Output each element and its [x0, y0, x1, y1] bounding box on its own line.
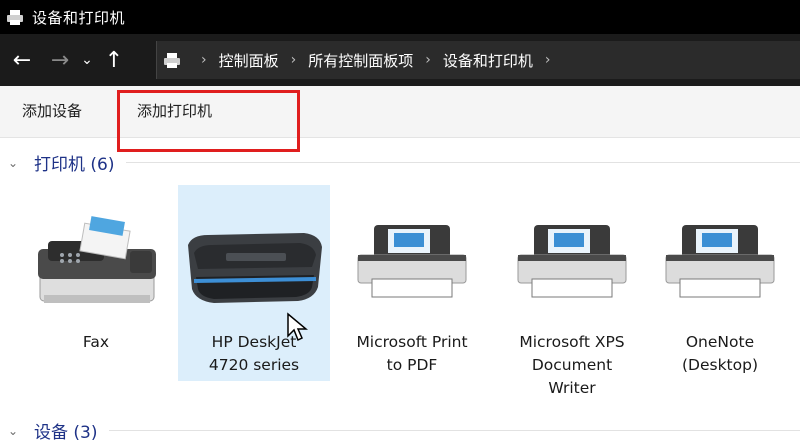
section-label: 设备 (3)	[34, 423, 98, 443]
device-tile-microsoft-xps-document-writer[interactable]: Microsoft XPS Document Writer	[496, 185, 648, 397]
device-tile-microsoft-print-to-pdf[interactable]: Microsoft Print to PDF	[336, 185, 488, 381]
chevron-right-icon[interactable]: ›	[545, 52, 551, 68]
section-header-devices[interactable]: ⌄ 设备 (3)	[0, 418, 800, 443]
add-device-button[interactable]: 添加设备	[22, 100, 82, 121]
device-tile-fax[interactable]: Fax	[20, 185, 172, 381]
control-panel-icon	[164, 53, 180, 68]
chevron-right-icon: ›	[201, 52, 207, 68]
section-divider	[109, 430, 800, 431]
forward-button[interactable]: →	[44, 40, 76, 80]
breadcrumb-item-devices-printers[interactable]: 设备和打印机	[443, 50, 533, 71]
chevron-right-icon: ›	[290, 52, 297, 68]
chevron-down-icon: ⌄	[8, 423, 19, 438]
highlight-annotation	[117, 90, 300, 152]
device-label: Microsoft XPS Document Writer	[519, 333, 625, 397]
device-tile-hp-deskjet[interactable]: HP DeskJet 4720 series	[178, 185, 330, 381]
breadcrumb[interactable]: › 控制面板 › 所有控制面板项 › 设备和打印机 ›	[156, 41, 800, 79]
chevron-down-icon: ⌄	[8, 155, 19, 170]
fax-icon	[38, 216, 156, 303]
printer-icon	[665, 225, 775, 298]
chevron-right-icon: ›	[425, 52, 431, 68]
up-button[interactable]: ↑	[98, 40, 130, 80]
address-bar: ← → ⌄ ↑ › 控制面板 › 所有控制面板项 › 设备和打印机 ›	[0, 34, 800, 86]
recent-locations-button[interactable]: ⌄	[76, 40, 98, 80]
arrow-up-icon: ↑	[104, 47, 124, 73]
chevron-down-icon: ⌄	[81, 52, 93, 68]
device-label: Microsoft Print to PDF	[356, 333, 468, 374]
device-label: Fax	[82, 333, 110, 351]
device-tile-onenote-desktop[interactable]: OneNote (Desktop)	[644, 185, 796, 381]
section-divider	[126, 162, 800, 163]
device-label: OneNote (Desktop)	[681, 333, 759, 374]
arrow-left-icon: ←	[12, 47, 32, 73]
breadcrumb-item-all-items[interactable]: 所有控制面板项	[308, 50, 413, 71]
printer-icon	[357, 225, 467, 298]
printer-icon	[517, 225, 627, 298]
mouse-cursor-icon	[287, 312, 308, 342]
section-label: 打印机 (6)	[34, 155, 115, 175]
back-button[interactable]: ←	[6, 40, 38, 80]
printer-app-icon	[7, 10, 23, 25]
title-bar: 设备和打印机	[0, 0, 800, 34]
arrow-right-icon: →	[50, 47, 70, 73]
window-title: 设备和打印机	[32, 8, 126, 27]
breadcrumb-item-control-panel[interactable]: 控制面板	[219, 50, 279, 71]
inkjet-printer-icon	[188, 233, 322, 303]
section-header-printers[interactable]: ⌄ 打印机 (6)	[0, 150, 800, 175]
